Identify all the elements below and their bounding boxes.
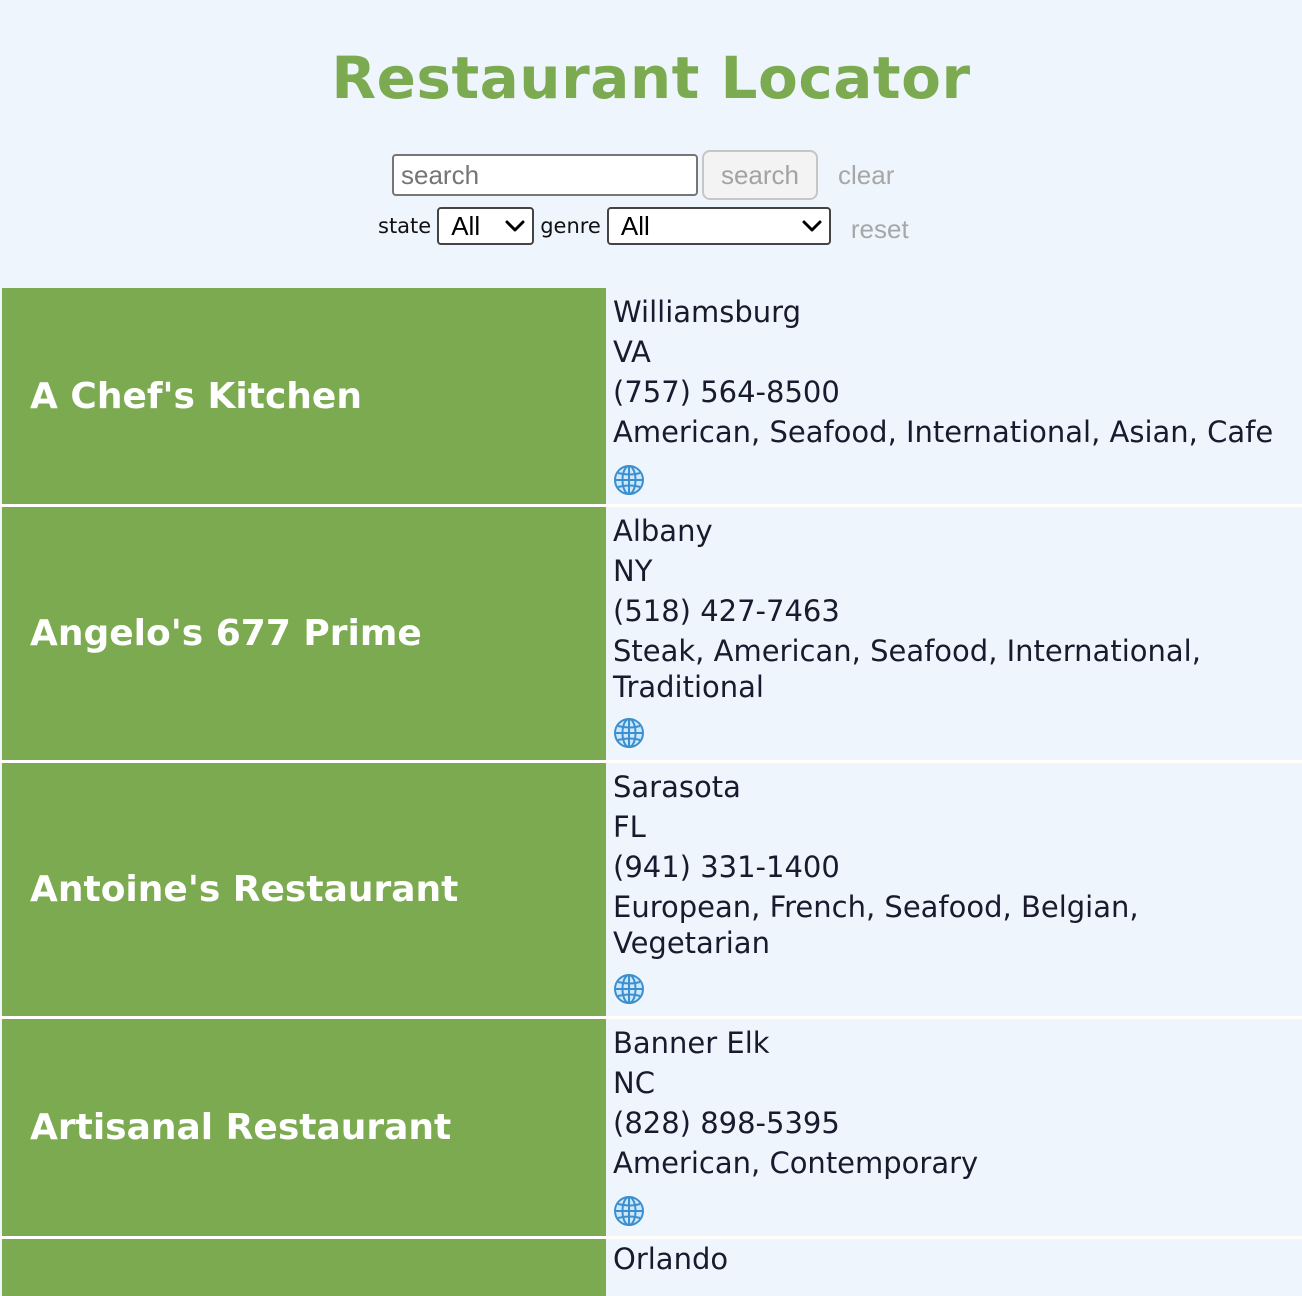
restaurant-city: Albany bbox=[613, 514, 713, 548]
restaurant-row: Orlando bbox=[0, 1236, 1302, 1296]
restaurant-name[interactable]: Antoine's Restaurant bbox=[2, 763, 606, 1016]
restaurant-genres: European, French, Seafood, Belgian, Vege… bbox=[613, 890, 1139, 960]
genre-select-value: All bbox=[620, 210, 650, 241]
restaurant-name[interactable]: Angelo's 677 Prime bbox=[2, 507, 606, 760]
genre-select[interactable]: All bbox=[606, 207, 831, 245]
page-title: Restaurant Locator bbox=[331, 44, 971, 112]
search-input[interactable] bbox=[392, 154, 698, 196]
chevron-down-icon bbox=[505, 220, 525, 232]
search-button[interactable]: search bbox=[702, 150, 818, 200]
restaurant-row: Artisanal Restaurant Banner Elk NC (828)… bbox=[0, 1016, 1302, 1236]
restaurant-row: A Chef's Kitchen Williamsburg VA (757) 5… bbox=[0, 286, 1302, 504]
restaurant-details: Orlando bbox=[606, 1239, 1302, 1296]
restaurant-city: Banner Elk bbox=[613, 1026, 770, 1060]
globe-icon[interactable] bbox=[613, 1195, 645, 1227]
chevron-down-icon bbox=[802, 220, 822, 232]
state-filter-label: state bbox=[378, 214, 432, 238]
restaurant-details: Albany NY (518) 427-7463 Steak, American… bbox=[606, 507, 1302, 760]
restaurant-state: FL bbox=[613, 810, 646, 844]
restaurant-details: Banner Elk NC (828) 898-5395 American, C… bbox=[606, 1019, 1302, 1236]
filter-bar: state All genre All reset bbox=[378, 206, 909, 246]
genre-filter-label: genre bbox=[540, 214, 601, 238]
restaurant-state: NC bbox=[613, 1066, 655, 1100]
restaurant-city: Orlando bbox=[613, 1242, 729, 1276]
restaurant-genres: American, Contemporary bbox=[613, 1146, 979, 1180]
restaurant-city: Sarasota bbox=[613, 770, 741, 804]
restaurant-phone: (828) 898-5395 bbox=[613, 1106, 840, 1140]
restaurant-row: Antoine's Restaurant Sarasota FL (941) 3… bbox=[0, 760, 1302, 1016]
restaurant-name[interactable] bbox=[2, 1239, 606, 1296]
clear-button[interactable]: clear bbox=[838, 160, 894, 191]
restaurant-details: Williamsburg VA (757) 564-8500 American,… bbox=[606, 288, 1302, 504]
restaurant-phone: (757) 564-8500 bbox=[613, 375, 840, 409]
restaurant-phone: (518) 427-7463 bbox=[613, 594, 840, 628]
restaurant-state: VA bbox=[613, 335, 651, 369]
restaurant-list: A Chef's Kitchen Williamsburg VA (757) 5… bbox=[0, 286, 1302, 1296]
restaurant-name[interactable]: Artisanal Restaurant bbox=[2, 1019, 606, 1236]
globe-icon[interactable] bbox=[613, 464, 645, 496]
globe-icon[interactable] bbox=[613, 973, 645, 1005]
restaurant-genres: American, Seafood, International, Asian,… bbox=[613, 415, 1274, 449]
search-bar: search clear bbox=[392, 150, 894, 200]
restaurant-details: Sarasota FL (941) 331-1400 European, Fre… bbox=[606, 763, 1302, 1016]
state-select[interactable]: All bbox=[437, 207, 535, 245]
restaurant-state: NY bbox=[613, 554, 653, 588]
state-select-value: All bbox=[451, 210, 481, 241]
restaurant-row: Angelo's 677 Prime Albany NY (518) 427-7… bbox=[0, 504, 1302, 760]
restaurant-phone: (941) 331-1400 bbox=[613, 850, 840, 884]
restaurant-genres: Steak, American, Seafood, International,… bbox=[613, 634, 1201, 704]
restaurant-name[interactable]: A Chef's Kitchen bbox=[2, 288, 606, 504]
reset-button[interactable]: reset bbox=[851, 214, 909, 245]
globe-icon[interactable] bbox=[613, 717, 645, 749]
restaurant-city: Williamsburg bbox=[613, 295, 802, 329]
